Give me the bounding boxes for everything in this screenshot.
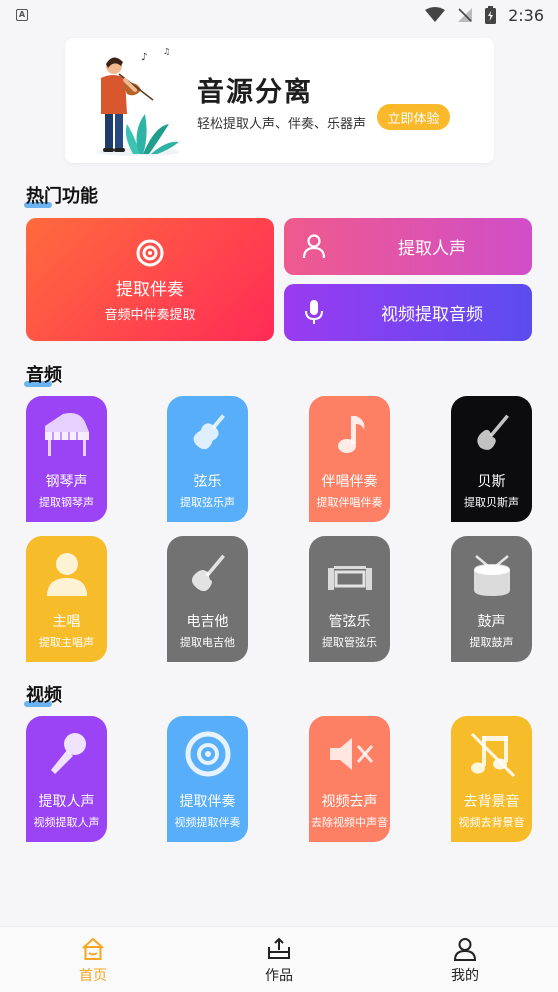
tile-name: 弦乐 [193, 474, 222, 490]
tile-subtitle: 视频去背景音 [458, 816, 525, 829]
card-subtitle: 音频中伴奏提取 [104, 308, 196, 323]
tile-name: 伴唱伴奏 [321, 474, 378, 490]
tile-name: 去背景音 [463, 794, 520, 810]
tile-drum[interactable]: 鼓声 提取鼓声 [451, 536, 532, 662]
tile-subtitle: 视频提取人声 [33, 816, 100, 829]
tab-works[interactable]: 作品 [186, 927, 372, 992]
tile-orchestra[interactable]: 管弦乐 提取管弦乐 [309, 536, 390, 662]
tab-mine[interactable]: 我的 [372, 927, 558, 992]
tile-name: 提取人声 [38, 794, 95, 810]
tile-subtitle: 提取伴唱伴奏 [316, 496, 383, 509]
no-signal-icon [458, 8, 473, 22]
microphone-icon [50, 733, 86, 774]
tab-label: 我的 [451, 968, 479, 984]
tab-label: 首页 [79, 968, 107, 984]
tile-subtitle: 提取鼓声 [469, 636, 514, 649]
drum-icon [473, 555, 510, 596]
extract-accompaniment-card[interactable]: 提取伴奏 音频中伴奏提取 [26, 218, 274, 341]
tile-strings[interactable]: 弦乐 提取弦乐声 [167, 396, 248, 522]
tile-name: 鼓声 [477, 614, 506, 630]
tile-name: 电吉他 [186, 614, 229, 630]
orchestra-icon [327, 566, 372, 590]
svg-text:♪: ♪ [141, 52, 147, 63]
no-music-icon [470, 732, 515, 778]
card-title: 提取人声 [398, 239, 466, 259]
music-note-icon [337, 416, 364, 453]
violin-icon [193, 414, 225, 450]
section-title-hot-label: 热门功能 [26, 186, 98, 207]
svg-text:♫: ♫ [163, 47, 170, 56]
piano-icon [44, 413, 89, 456]
tile-subtitle: 提取电吉他 [180, 636, 235, 649]
singer-icon [46, 553, 87, 596]
tile-video-remove-bgm[interactable]: 去背景音 视频去背景音 [451, 716, 532, 842]
tile-video-mute[interactable]: 视频去声 去除视频中声音 [309, 716, 390, 842]
battery-icon [485, 6, 497, 24]
profile-icon [453, 938, 477, 961]
tile-name: 视频去声 [321, 794, 378, 810]
tile-name: 钢琴声 [45, 474, 88, 490]
works-icon [268, 937, 290, 959]
electric-guitar-icon [191, 554, 225, 592]
tile-subtitle: 提取管弦乐 [322, 636, 377, 649]
tile-subtitle: 去除视频中声音 [311, 816, 388, 829]
tile-lead-vocal[interactable]: 主唱 提取主唱声 [26, 536, 107, 662]
status-icons: 2:36 [425, 6, 544, 25]
section-title-audio: 音频 [24, 361, 62, 387]
section-title-video-label: 视频 [26, 685, 62, 706]
status-bar: A 2:36 [0, 0, 558, 30]
tile-subtitle: 提取贝斯声 [464, 496, 519, 509]
tile-subtitle: 视频提取伴奏 [174, 816, 241, 829]
tile-name: 贝斯 [477, 474, 506, 490]
tile-piano[interactable]: 钢琴声 提取钢琴声 [26, 396, 107, 522]
bottom-tab-bar: 首页 作品 我的 [0, 926, 558, 992]
user-icon [302, 234, 326, 259]
section-title-audio-label: 音频 [26, 365, 62, 386]
microphone-icon [305, 300, 323, 324]
disc-icon [185, 731, 230, 777]
tile-video-accompaniment[interactable]: 提取伴奏 视频提取伴奏 [167, 716, 248, 842]
promo-banner[interactable]: ♪ ♫ 音源分离 轻松提取人声、伴奏、乐器声 立即体验 [65, 38, 494, 163]
status-time: 2:36 [508, 5, 544, 25]
violinist-illustration-icon: ♪ ♫ [96, 47, 180, 156]
tile-backing[interactable]: 伴唱伴奏 提取伴唱伴奏 [309, 396, 390, 522]
wifi-icon [425, 7, 446, 22]
tab-label: 作品 [265, 968, 293, 984]
disc-icon [136, 239, 164, 267]
mute-icon [329, 738, 373, 770]
extract-vocal-card[interactable]: 提取人声 [284, 218, 532, 275]
tile-name: 管弦乐 [328, 614, 371, 630]
status-badge: A [16, 9, 28, 21]
tile-subtitle: 提取主唱声 [39, 636, 94, 649]
card-title: 视频提取音频 [381, 305, 483, 325]
tile-electric-guitar[interactable]: 电吉他 提取电吉他 [167, 536, 248, 662]
card-title: 提取伴奏 [116, 280, 184, 300]
section-title-hot: 热门功能 [24, 182, 98, 208]
tile-name: 主唱 [52, 614, 81, 630]
tile-video-vocal[interactable]: 提取人声 视频提取人声 [26, 716, 107, 842]
tile-subtitle: 提取弦乐声 [180, 496, 235, 509]
tab-home[interactable]: 首页 [0, 927, 186, 992]
bass-guitar-icon [476, 414, 509, 450]
section-title-video: 视频 [24, 681, 62, 707]
tile-name: 提取伴奏 [179, 794, 236, 810]
tile-subtitle: 提取钢琴声 [39, 496, 94, 509]
video-extract-audio-card[interactable]: 视频提取音频 [284, 284, 532, 341]
home-icon [82, 937, 104, 960]
tile-bass[interactable]: 贝斯 提取贝斯声 [451, 396, 532, 522]
try-now-button[interactable]: 立即体验 [377, 104, 450, 130]
banner-subtitle: 轻松提取人声、伴奏、乐器声 [197, 117, 367, 132]
banner-title: 音源分离 [197, 77, 313, 108]
